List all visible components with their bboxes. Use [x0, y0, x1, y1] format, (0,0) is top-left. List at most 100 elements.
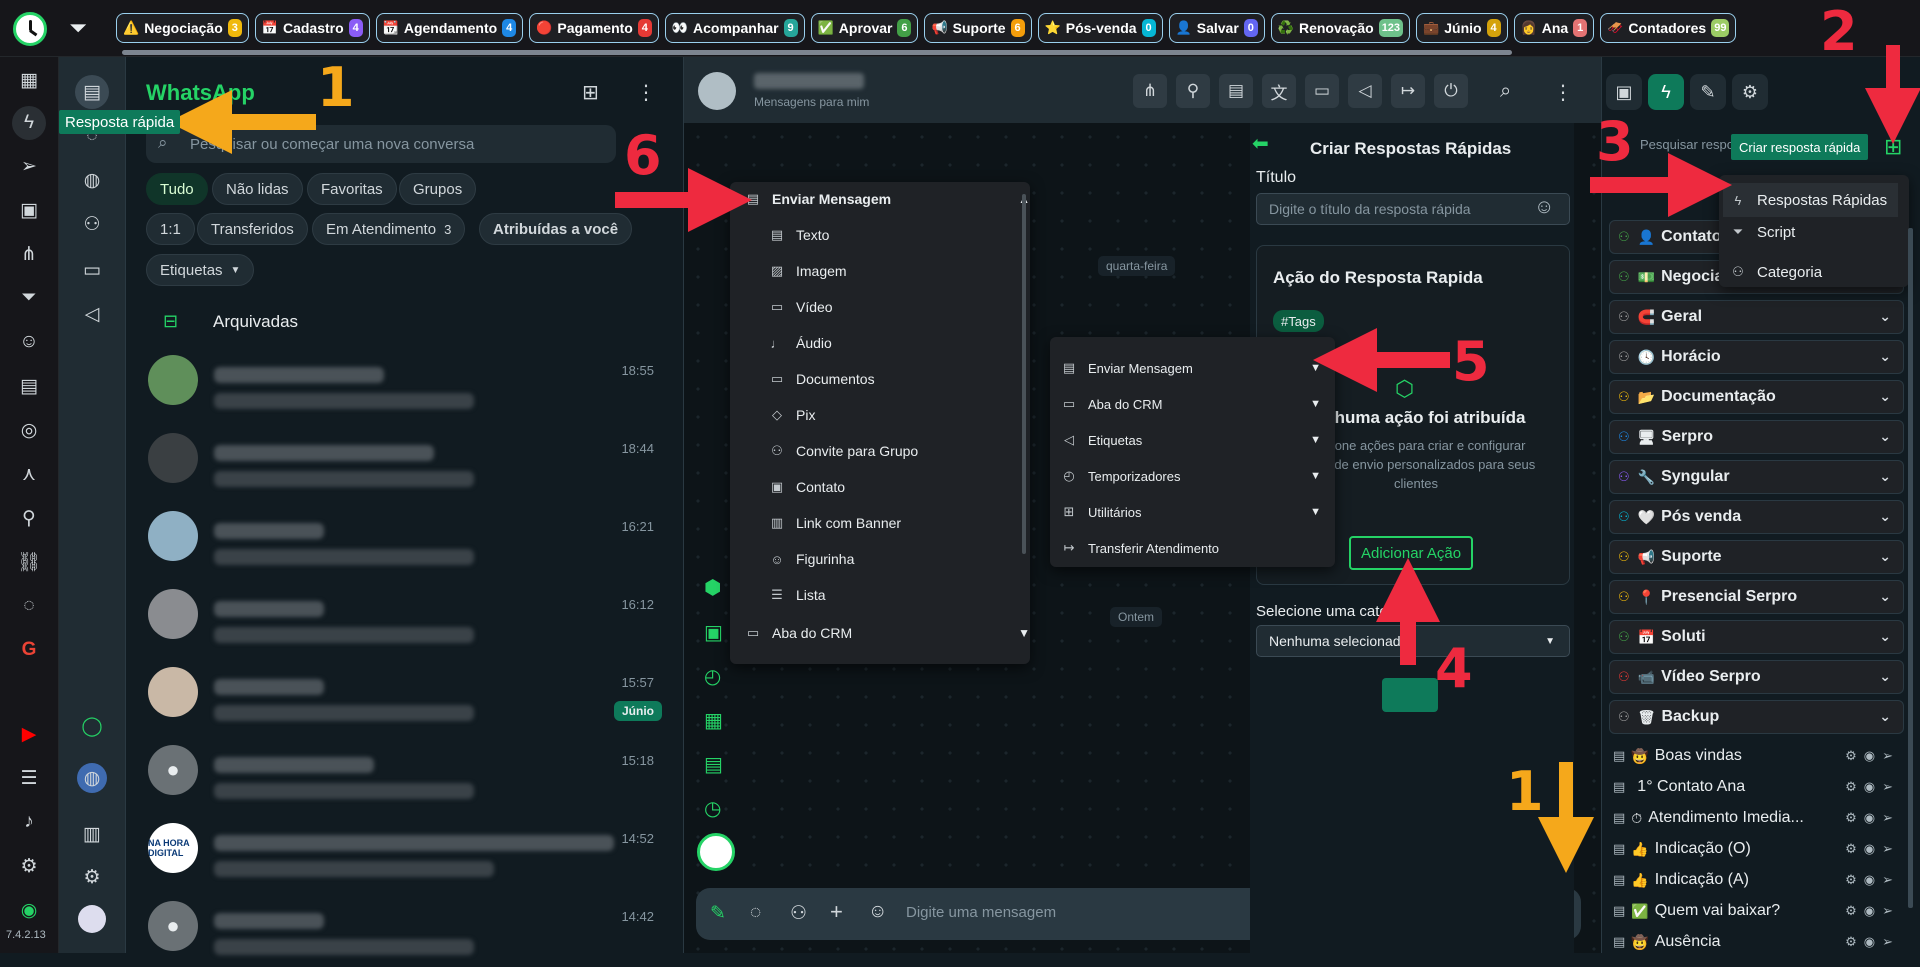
action-option-transfer[interactable]: ↦ Transferir Atendimento — [1060, 531, 1325, 565]
chat-bubbles-icon[interactable]: ◌ — [750, 902, 761, 924]
label-icon[interactable]: ◁ — [1348, 74, 1382, 108]
send-option-video[interactable]: ▭ Vídeo — [768, 290, 1058, 324]
chat-list-item[interactable]: 18:55 — [126, 345, 684, 421]
tag-filter-chip[interactable]: ♻️ Renovação 123 — [1270, 13, 1411, 43]
kanban-icon[interactable]: ▦ — [12, 63, 46, 97]
contact-icon[interactable]: ▣ — [1606, 74, 1642, 110]
network-icon[interactable]: ⋏ — [12, 457, 46, 491]
send-option-group-invite[interactable]: ⚇ Convite para Grupo — [768, 434, 1058, 468]
message-input[interactable]: Digite uma mensagem — [906, 904, 1056, 921]
create-option-category[interactable]: ⚇ Categoria — [1729, 255, 1904, 289]
gear-icon[interactable]: ⚙ — [1845, 903, 1864, 918]
filter-all[interactable]: Tudo — [146, 173, 208, 205]
send-icon[interactable]: ➢ — [1882, 903, 1900, 918]
quick-reply-icon[interactable]: ϟ — [1648, 74, 1684, 110]
send-icon[interactable]: ➢ — [1882, 748, 1900, 763]
send-message-header[interactable]: ▤Enviar Mensagem▲ — [744, 182, 1034, 216]
filter-icon[interactable]: ⏷ — [64, 14, 92, 42]
action-option-labels[interactable]: ◁ Etiquetas ▼ — [1060, 423, 1325, 457]
chat-list-item[interactable]: NA HORA DIGITAL 14:52 — [126, 813, 684, 889]
tags-chip[interactable]: #Tags — [1273, 310, 1324, 332]
profile-icon[interactable] — [78, 905, 106, 933]
menu-scrollbar[interactable] — [1022, 194, 1026, 554]
send-icon[interactable]: ➢ — [1882, 934, 1900, 949]
communities-icon[interactable]: ⚇ — [75, 207, 109, 241]
quick-reply-item[interactable]: ▤ 🤠 Boas vindas ⚙◉➢ — [1609, 742, 1904, 770]
clock-icon[interactable] — [697, 833, 735, 871]
category-item[interactable]: ⚇ 🤍 Pós venda ⌄ — [1609, 500, 1904, 534]
gear-icon[interactable]: ⚙ — [1845, 810, 1864, 825]
quick-reply-item[interactable]: ▤ ⏱ Atendimento Imedia... ⚙◉➢ — [1609, 804, 1904, 832]
filter-groups[interactable]: Grupos — [399, 173, 477, 205]
title-input[interactable]: Digite o título da resposta rápida — [1256, 193, 1570, 225]
panel-scrollbar[interactable] — [1908, 228, 1913, 908]
tag-filter-chip[interactable]: 📢 Suporte 6 — [924, 13, 1032, 43]
chat-list-item[interactable]: ● 15:18 — [126, 735, 684, 811]
create-grid-icon[interactable]: ⊞ — [1884, 134, 1902, 160]
gear-icon[interactable]: ⚙ — [1845, 872, 1864, 887]
power-icon[interactable]: ⏻ — [1434, 74, 1468, 108]
webhook-icon[interactable]: ⚲ — [12, 501, 46, 535]
chat-list-item[interactable]: 16:12 — [126, 579, 684, 655]
save-button[interactable] — [1382, 678, 1438, 712]
category-item[interactable]: ⚇ 🖥 Serpro ⌄ — [1609, 420, 1904, 454]
send-icon[interactable]: ➢ — [12, 149, 46, 183]
notes-icon[interactable]: ▤ — [1219, 74, 1253, 108]
action-option-send-message[interactable]: ▤ Enviar Mensagem ▼ — [1060, 351, 1325, 385]
cube-icon[interactable]: ⬢ — [704, 575, 721, 600]
action-option-utilities[interactable]: ⊞ Utilitários ▼ — [1060, 495, 1325, 529]
search-input[interactable]: Pesquisar ou começar uma nova conversa — [146, 125, 616, 163]
chats-icon[interactable]: ▤ — [75, 75, 109, 109]
translate-icon[interactable]: 文 — [1262, 74, 1296, 108]
tag-filter-chip[interactable]: ⭐ Pós-venda 0 — [1037, 13, 1163, 43]
category-item[interactable]: ⚇ 📂 Documentação ⌄ — [1609, 380, 1904, 414]
alarm-icon[interactable]: ◷ — [704, 796, 721, 821]
chat-list-item[interactable]: 15:57 Júnio — [126, 657, 684, 733]
category-item[interactable]: ⚇ 📢 Suporte ⌄ — [1609, 540, 1904, 574]
action-option-crm-tab[interactable]: ▭ Aba do CRM ▼ — [1060, 387, 1325, 421]
tag-filter-chip[interactable]: 📆 Agendamento 4 — [375, 13, 524, 43]
gear-icon[interactable]: ⚙ — [1732, 74, 1768, 110]
quick-reply-item[interactable]: ▤ 1° Contato Ana ⚙◉➢ — [1609, 773, 1904, 801]
notes-icon[interactable]: ✎ — [1690, 74, 1726, 110]
tag-filter-chip[interactable]: ✅ Aprovar 6 — [810, 13, 919, 43]
send-icon[interactable]: ➢ — [1882, 779, 1900, 794]
filter-transferred[interactable]: Transferidos — [197, 213, 308, 245]
create-option-script[interactable]: ⏷ Script — [1729, 215, 1904, 249]
tag-filter-chip[interactable]: 🛷 Contadores 99 — [1600, 13, 1737, 43]
category-item[interactable]: ⚇ 📍 Presencial Serpro ⌄ — [1609, 580, 1904, 614]
menu-icon[interactable]: ⋮ — [636, 80, 656, 105]
crm-tab-header[interactable]: ▭ Aba do CRM ▼ — [744, 616, 1034, 650]
tag-filter-chip[interactable]: 💼 Júnio 4 — [1416, 13, 1508, 43]
sliders-icon[interactable]: ☰ — [12, 761, 46, 795]
chat-list-item[interactable]: 18:44 — [126, 423, 684, 499]
funnel-icon[interactable]: ⏷ — [12, 281, 46, 315]
category-select[interactable]: Nenhuma selecionada ▼ — [1256, 625, 1570, 657]
category-item[interactable]: ⚇ 🔧 Syngular ⌄ — [1609, 460, 1904, 494]
settings-icon[interactable]: ⚙ — [75, 860, 109, 894]
calendar-icon[interactable]: ▣ — [12, 193, 46, 227]
send-icon[interactable]: ➢ — [1882, 810, 1900, 825]
gear-icon[interactable]: ⚙ — [1845, 841, 1864, 856]
chat-list-item[interactable]: ● 14:42 — [126, 891, 684, 967]
chat-bubble-icon[interactable]: ◌ — [12, 589, 46, 623]
create-option-quick-replies[interactable]: ϟ Respostas Rápidas — [1723, 183, 1898, 217]
eye-off-icon[interactable]: ◉ — [1864, 841, 1882, 856]
youtube-icon[interactable]: ▶ — [12, 717, 46, 751]
meta-ai-icon[interactable]: ◯ — [75, 709, 109, 743]
category-item[interactable]: ⚇ 📹 Vídeo Serpro ⌄ — [1609, 660, 1904, 694]
message-icon[interactable]: ▤ — [12, 369, 46, 403]
flow-icon[interactable]: ⋔ — [1133, 74, 1167, 108]
bot-icon[interactable]: ☺ — [12, 325, 46, 359]
eye-off-icon[interactable]: ◉ — [1864, 872, 1882, 887]
tag-filter-chip[interactable]: 🔴 Pagamento 4 — [529, 13, 659, 43]
quick-reply-item[interactable]: ▤ ✅ Quem vai baixar? ⚙◉➢ — [1609, 897, 1904, 925]
eye-off-icon[interactable]: ◉ — [1864, 934, 1882, 949]
emoji-icon[interactable]: ☺ — [1534, 196, 1554, 219]
tag-filter-chip[interactable]: 📅 Cadastro 4 — [254, 13, 370, 43]
tag-scrollbar[interactable] — [122, 50, 1512, 55]
filter-favorites[interactable]: Favoritas — [307, 173, 397, 205]
folder-icon[interactable]: ▭ — [1305, 74, 1339, 108]
link-icon[interactable]: ⛓ — [12, 545, 46, 579]
pin-icon[interactable]: ⚲ — [1176, 74, 1210, 108]
